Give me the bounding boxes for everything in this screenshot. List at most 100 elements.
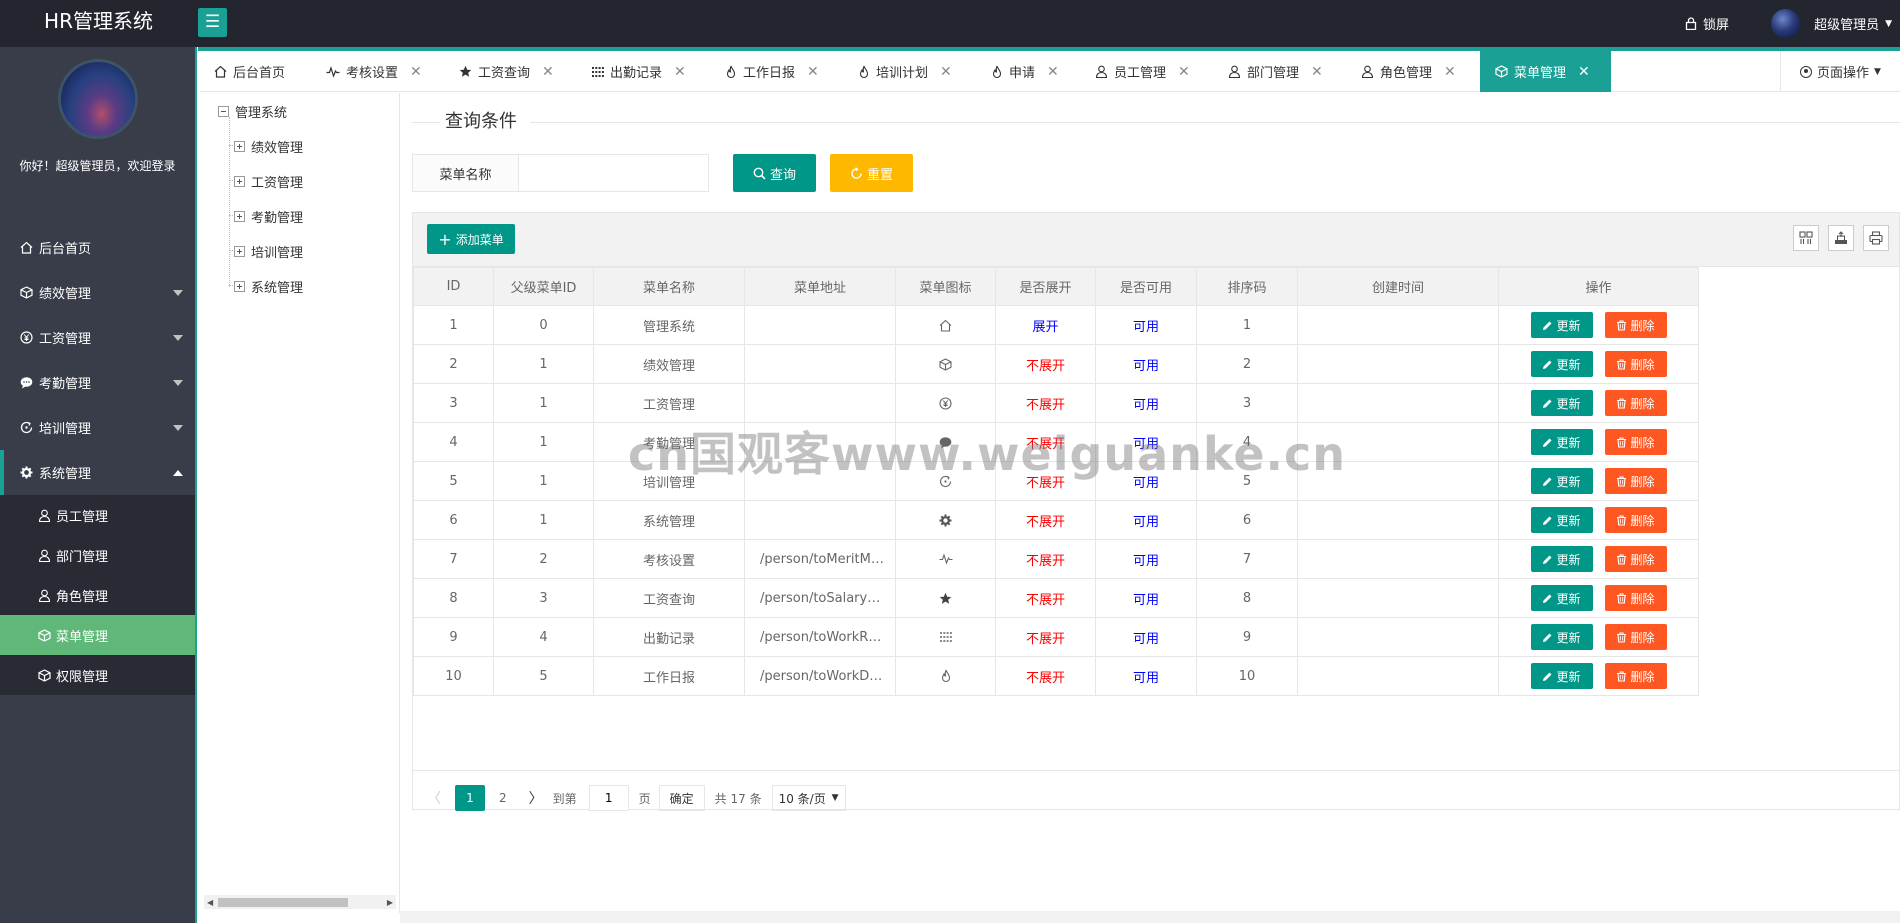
column-header[interactable]: 父级菜单ID [493, 267, 594, 306]
column-header[interactable]: 菜单图标 [895, 267, 996, 306]
tab-work-daily[interactable]: 工作日报 ✕ [725, 51, 819, 92]
update-button[interactable]: 更新 [1530, 663, 1593, 689]
table-row[interactable]: 1 0 管理系统 展开 可用 1 更新 删除 [413, 305, 1699, 345]
sidebar-subitem-employee[interactable]: 员工管理 [0, 495, 195, 535]
update-button[interactable]: 更新 [1530, 468, 1593, 494]
tab-merit-settings[interactable]: 考核设置 ✕ [326, 51, 422, 92]
update-button[interactable]: 更新 [1530, 585, 1593, 611]
menu-name-input[interactable] [519, 154, 709, 192]
expand-icon[interactable] [234, 141, 245, 152]
column-header[interactable]: 菜单名称 [593, 267, 745, 306]
tab-attendance-record[interactable]: 出勤记录 ✕ [592, 51, 686, 92]
close-icon[interactable]: ✕ [410, 64, 422, 80]
sidebar-subitem-menu[interactable]: 菜单管理 [0, 615, 195, 655]
main-horizontal-scrollbar[interactable] [400, 911, 1900, 923]
next-page-button[interactable]: 〉 [529, 788, 543, 808]
column-header[interactable]: 菜单地址 [744, 267, 896, 306]
delete-button[interactable]: 删除 [1604, 312, 1667, 338]
page-button-current[interactable]: 1 [455, 785, 485, 811]
tree-node-system[interactable]: 系统管理 [234, 277, 303, 296]
scroll-left-icon[interactable]: ◀ [207, 898, 213, 907]
close-icon[interactable]: ✕ [940, 64, 952, 80]
tree-node-salary[interactable]: 工资管理 [234, 172, 303, 191]
update-button[interactable]: 更新 [1530, 624, 1593, 650]
close-icon[interactable]: ✕ [1311, 64, 1323, 80]
collapse-icon[interactable] [218, 106, 229, 117]
tab-role-manage[interactable]: 角色管理 ✕ [1361, 51, 1456, 92]
sidebar-item-performance[interactable]: 绩效管理 [0, 270, 195, 315]
export-button[interactable] [1828, 225, 1854, 251]
tab-salary-query[interactable]: 工资查询 ✕ [459, 51, 554, 92]
column-header[interactable]: 创建时间 [1297, 267, 1499, 306]
scrollbar-thumb[interactable] [218, 898, 348, 907]
reset-button[interactable]: 重置 [830, 154, 913, 192]
sidebar-subitem-permission[interactable]: 权限管理 [0, 655, 195, 695]
page-size-select[interactable]: 10 条/页 ▼ [771, 785, 846, 811]
scroll-right-icon[interactable]: ▶ [387, 898, 393, 907]
update-button[interactable]: 更新 [1530, 351, 1593, 377]
column-header[interactable]: 是否可用 [1095, 267, 1197, 306]
expand-icon[interactable] [234, 246, 245, 257]
tab-application[interactable]: 申请 ✕ [991, 51, 1059, 92]
goto-confirm-button[interactable]: 确定 [658, 785, 705, 811]
goto-page-input[interactable] [588, 785, 629, 811]
sidebar-item-system[interactable]: 系统管理 [0, 450, 195, 495]
table-row[interactable]: 8 3 工资查询/person/toSalary… 不展开 可用 8 更新 删除 [413, 578, 1699, 618]
tab-menu-manage[interactable]: 菜单管理 ✕ [1480, 51, 1611, 92]
update-button[interactable]: 更新 [1530, 546, 1593, 572]
print-button[interactable] [1863, 225, 1889, 251]
delete-button[interactable]: 删除 [1604, 546, 1667, 572]
tab-home[interactable]: 后台首页 [214, 51, 285, 92]
tree-horizontal-scrollbar[interactable]: ◀ ▶ [204, 895, 396, 909]
close-icon[interactable]: ✕ [1444, 64, 1456, 80]
close-icon[interactable]: ✕ [1047, 64, 1059, 80]
tree-node-training[interactable]: 培训管理 [234, 242, 303, 261]
expand-icon[interactable] [234, 281, 245, 292]
table-row[interactable]: 3 1 工资管理 不展开 可用 3 更新 删除 [413, 383, 1699, 423]
close-icon[interactable]: ✕ [807, 64, 819, 80]
delete-button[interactable]: 删除 [1604, 624, 1667, 650]
table-row[interactable]: 6 1 系统管理 不展开 可用 6 更新 删除 [413, 500, 1699, 540]
add-menu-button[interactable]: + 添加菜单 [427, 224, 515, 254]
sidebar-subitem-role[interactable]: 角色管理 [0, 575, 195, 615]
delete-button[interactable]: 删除 [1604, 585, 1667, 611]
delete-button[interactable]: 删除 [1604, 351, 1667, 377]
expand-icon[interactable] [234, 211, 245, 222]
tree-node-performance[interactable]: 绩效管理 [234, 137, 303, 156]
tab-department-manage[interactable]: 部门管理 ✕ [1228, 51, 1323, 92]
column-header[interactable]: 操作 [1498, 267, 1699, 306]
search-button[interactable]: 查询 [733, 154, 816, 192]
delete-button[interactable]: 删除 [1604, 663, 1667, 689]
column-header[interactable]: 排序码 [1196, 267, 1298, 306]
sidebar-subitem-department[interactable]: 部门管理 [0, 535, 195, 575]
page-button[interactable]: 2 [499, 791, 507, 805]
update-button[interactable]: 更新 [1530, 312, 1593, 338]
delete-button[interactable]: 删除 [1604, 507, 1667, 533]
sidebar-item-training[interactable]: 培训管理 [0, 405, 195, 450]
menu-toggle-button[interactable]: ☰ [198, 8, 227, 37]
sidebar-item-salary[interactable]: 工资管理 [0, 315, 195, 360]
tab-employee-manage[interactable]: 员工管理 ✕ [1095, 51, 1190, 92]
update-button[interactable]: 更新 [1530, 429, 1593, 455]
table-row[interactable]: 9 4 出勤记录/person/toWorkR… 不展开 可用 9 更新 删除 [413, 617, 1699, 657]
close-icon[interactable]: ✕ [1178, 64, 1190, 80]
lock-screen-button[interactable]: 锁屏 [1685, 14, 1729, 33]
page-operations-menu[interactable]: 页面操作 ▼ [1780, 51, 1900, 92]
update-button[interactable]: 更新 [1530, 507, 1593, 533]
close-icon[interactable]: ✕ [1578, 64, 1590, 80]
expand-icon[interactable] [234, 176, 245, 187]
table-row[interactable]: 10 5 工作日报/person/toWorkD… 不展开 可用 10 更新 删除 [413, 656, 1699, 696]
sidebar-item-attendance[interactable]: 考勤管理 [0, 360, 195, 405]
delete-button[interactable]: 删除 [1604, 468, 1667, 494]
delete-button[interactable]: 删除 [1604, 429, 1667, 455]
update-button[interactable]: 更新 [1530, 390, 1593, 416]
close-icon[interactable]: ✕ [674, 64, 686, 80]
table-row[interactable]: 2 1 绩效管理 不展开 可用 2 更新 删除 [413, 344, 1699, 384]
columns-filter-button[interactable] [1793, 225, 1819, 251]
tree-node-root[interactable]: 管理系统 [218, 102, 287, 121]
table-row[interactable]: 7 2 考核设置/person/toMeritM… 不展开 可用 7 更新 删除 [413, 539, 1699, 579]
column-header[interactable]: ID [413, 267, 494, 306]
tab-training-plan[interactable]: 培训计划 ✕ [858, 51, 952, 92]
delete-button[interactable]: 删除 [1604, 390, 1667, 416]
close-icon[interactable]: ✕ [542, 64, 554, 80]
